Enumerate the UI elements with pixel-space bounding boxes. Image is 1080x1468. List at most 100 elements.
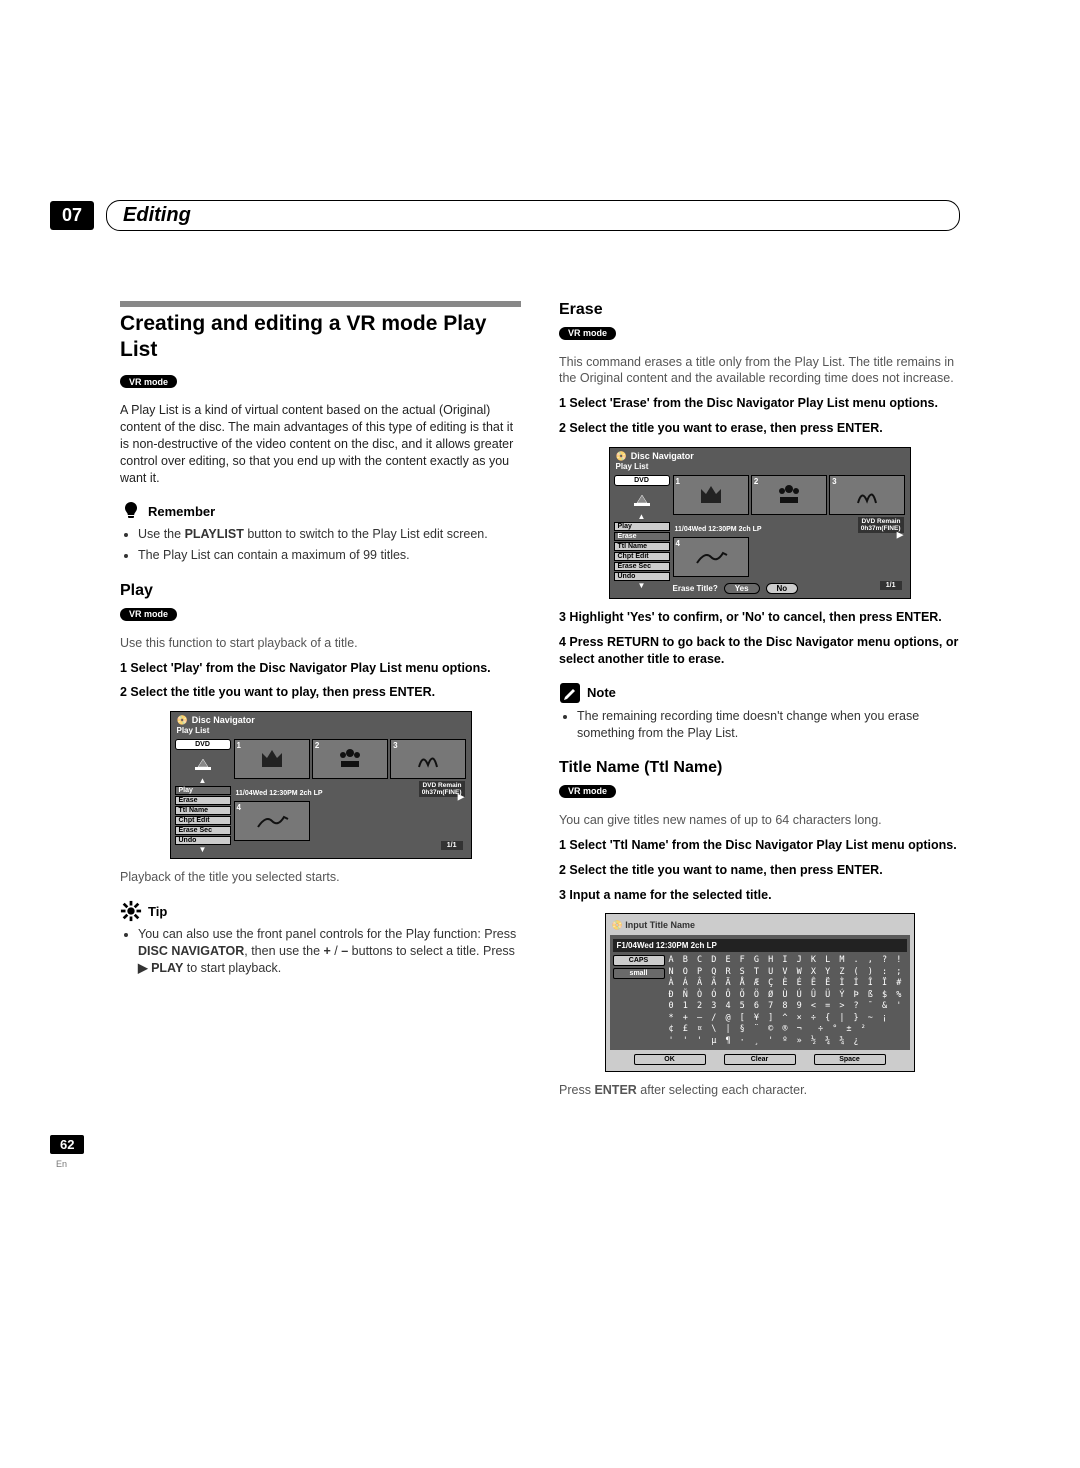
nav-confirm-row: Erase Title? Yes No (673, 583, 906, 594)
input-title-name-figure: 📀 Input Title Name F1/04Wed 12:30PM 2ch … (605, 913, 915, 1072)
nav-thumb-4[interactable]: 4 (673, 537, 749, 577)
nav-menu-play[interactable]: Play (614, 522, 670, 531)
erase-step-3: 3 Highlight 'Yes' to confirm, or 'No' to… (559, 609, 960, 626)
remember-icon (120, 500, 142, 522)
note-callout: Note (559, 682, 960, 704)
chapter-number-badge: 07 (50, 201, 94, 230)
nav-status-text: 11/04Wed 12:30PM 2ch LP (236, 790, 323, 797)
nav-menu-chptedit[interactable]: Chpt Edit (614, 552, 670, 561)
erase-step-2: 2 Select the title you want to erase, th… (559, 420, 960, 437)
nav-confirm-yes[interactable]: Yes (724, 583, 760, 594)
section-title: Creating and editing a VR mode Play List (120, 311, 521, 364)
chapter-title: Editing (106, 200, 960, 231)
remember-label: Remember (148, 504, 215, 519)
erase-heading: Erase (559, 301, 960, 319)
nav-right-arrow-icon: ▶ (458, 791, 465, 802)
tip-callout: Tip (120, 900, 521, 922)
erase-step-4: 4 Press RETURN to go back to the Disc Na… (559, 634, 960, 668)
play-intro: Use this function to start playback of a… (120, 635, 521, 652)
play-step-1: 1 Select 'Play' from the Disc Navigator … (120, 660, 521, 677)
nav-confirm-question: Erase Title? (673, 584, 718, 593)
nav-subtitle: Play List (171, 726, 471, 737)
vr-mode-badge: VR mode (120, 608, 177, 621)
nav-icon: 📀 (177, 715, 188, 725)
ttlname-after: Press ENTER after selecting each charact… (559, 1082, 960, 1099)
nav-thumb-4[interactable]: 4 (234, 801, 310, 841)
nav-menu-erasesec[interactable]: Erase Sec (614, 562, 670, 571)
nav-title: Disc Navigator (631, 451, 694, 461)
nav-thumb-2[interactable]: 2 (751, 475, 827, 515)
note-label: Note (587, 685, 616, 700)
nav-sidebar: DVD ▲ Play Erase Ttl Name Chpt Edit Eras… (614, 475, 670, 594)
ttlname-step-1: 1 Select 'Ttl Name' from the Disc Naviga… (559, 837, 960, 854)
intro-paragraph: A Play List is a kind of virtual content… (120, 402, 521, 486)
nav-status-text: 11/04Wed 12:30PM 2ch LP (675, 526, 762, 533)
nav-icon: 📀 (616, 451, 627, 461)
ttlname-intro: You can give titles new names of up to 6… (559, 812, 960, 829)
ttlname-step-2: 2 Select the title you want to name, the… (559, 862, 960, 879)
play-step-2: 2 Select the title you want to play, the… (120, 684, 521, 701)
page-footer: 62 En (50, 1135, 960, 1172)
play-heading: Play (120, 582, 521, 600)
remember-callout: Remember (120, 500, 521, 522)
nav-dvd-badge: DVD (614, 475, 670, 486)
nav-page-indicator: 1/1 (880, 581, 902, 590)
nav-thumb-3[interactable]: 3 (829, 475, 905, 515)
nav-menu-chptedit[interactable]: Chpt Edit (175, 816, 231, 825)
input-char-grid[interactable]: A B C D E F G H I J K L M . , ? ! N O P … (669, 955, 907, 1047)
remember-item-2: The Play List can contain a maximum of 9… (138, 547, 521, 564)
nav-thumb-1[interactable]: 1 (234, 739, 310, 779)
remember-list: Use the PLAYLIST button to switch to the… (120, 526, 521, 564)
nav-up-arrow-icon: ▲ (614, 513, 670, 521)
play-after-text: Playback of the title you selected start… (120, 869, 521, 886)
tip-gear-icon (120, 900, 142, 922)
nav-menu-ttlname[interactable]: Ttl Name (614, 542, 670, 551)
nav-sidebar: DVD ▲ Play Erase Ttl Name Chpt Edit Eras… (175, 739, 231, 854)
disc-navigator-erase-figure: 📀 Disc Navigator Play List DVD ▲ Play Era… (609, 447, 911, 599)
ttlname-heading: Title Name (Ttl Name) (559, 759, 960, 777)
nav-menu-undo[interactable]: Undo (175, 836, 231, 845)
nav-up-arrow-icon: ▲ (175, 777, 231, 785)
input-icon: 📀 (612, 920, 626, 930)
nav-dvd-badge: DVD (175, 739, 231, 750)
note-list: The remaining recording time doesn't cha… (559, 708, 960, 742)
nav-spindle-icon (175, 754, 231, 774)
chapter-header: 07 Editing (50, 200, 960, 231)
nav-down-arrow-icon: ▼ (175, 846, 231, 854)
nav-menu-ttlname[interactable]: Ttl Name (175, 806, 231, 815)
note-pencil-icon (559, 682, 581, 704)
tip-item-1: You can also use the front panel control… (138, 926, 521, 977)
nav-title: Disc Navigator (192, 715, 255, 725)
vr-mode-badge: VR mode (559, 785, 616, 798)
erase-step-1: 1 Select 'Erase' from the Disc Navigator… (559, 395, 960, 412)
note-item-1: The remaining recording time doesn't cha… (577, 708, 960, 742)
nav-down-arrow-icon: ▼ (614, 582, 670, 590)
nav-thumb-1[interactable]: 1 (673, 475, 749, 515)
disc-navigator-play-figure: 📀 Disc Navigator Play List DVD ▲ Play Era… (170, 711, 472, 859)
nav-page-indicator: 1/1 (441, 841, 463, 850)
nav-menu-erase[interactable]: Erase (175, 796, 231, 805)
nav-menu-undo[interactable]: Undo (614, 572, 670, 581)
remember-item-1: Use the PLAYLIST button to switch to the… (138, 526, 521, 543)
section-rule (120, 301, 521, 307)
nav-menu-erasesec[interactable]: Erase Sec (175, 826, 231, 835)
nav-subtitle: Play List (610, 462, 910, 473)
nav-menu-erase[interactable]: Erase (614, 532, 670, 541)
vr-mode-badge: VR mode (120, 375, 177, 388)
tip-list: You can also use the front panel control… (120, 926, 521, 977)
ttlname-step-3: 3 Input a name for the selected title. (559, 887, 960, 904)
erase-intro: This command erases a title only from th… (559, 354, 960, 388)
nav-thumb-3[interactable]: 3 (390, 739, 466, 779)
input-small-button[interactable]: small (613, 968, 665, 979)
nav-menu-play[interactable]: Play (175, 786, 231, 795)
nav-thumb-2[interactable]: 2 (312, 739, 388, 779)
tip-label: Tip (148, 904, 167, 919)
input-caps-button[interactable]: CAPS (613, 955, 665, 966)
nav-right-arrow-icon: ▶ (897, 529, 904, 540)
input-field[interactable]: F1/04Wed 12:30PM 2ch LP (613, 939, 907, 952)
input-space-button[interactable]: Space (814, 1054, 886, 1065)
input-clear-button[interactable]: Clear (724, 1054, 796, 1065)
input-ok-button[interactable]: OK (634, 1054, 706, 1065)
nav-confirm-no[interactable]: No (766, 583, 799, 594)
vr-mode-badge: VR mode (559, 327, 616, 340)
